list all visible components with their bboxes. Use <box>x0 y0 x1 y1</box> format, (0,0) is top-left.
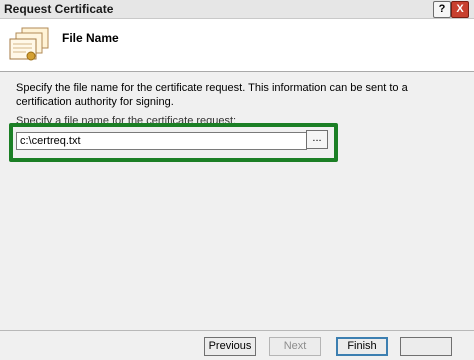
filename-input[interactable] <box>16 132 307 150</box>
finish-button[interactable]: Finish <box>336 337 388 356</box>
footer-separator <box>0 330 474 331</box>
next-button[interactable]: Next <box>269 337 321 356</box>
browse-button[interactable]: ... <box>306 130 328 149</box>
window-title: Request Certificate <box>4 2 114 16</box>
page-title: File Name <box>62 31 119 45</box>
certificate-stack-icon <box>9 27 49 61</box>
wizard-header: File Name <box>0 19 474 72</box>
help-button[interactable]: ? <box>433 1 451 18</box>
close-button[interactable]: X <box>451 1 469 18</box>
title-bar: Request Certificate ? X <box>0 0 474 19</box>
instruction-text: Specify the file name for the certificat… <box>16 82 408 108</box>
cancel-button[interactable] <box>400 337 452 356</box>
previous-button[interactable]: Previous <box>204 337 256 356</box>
